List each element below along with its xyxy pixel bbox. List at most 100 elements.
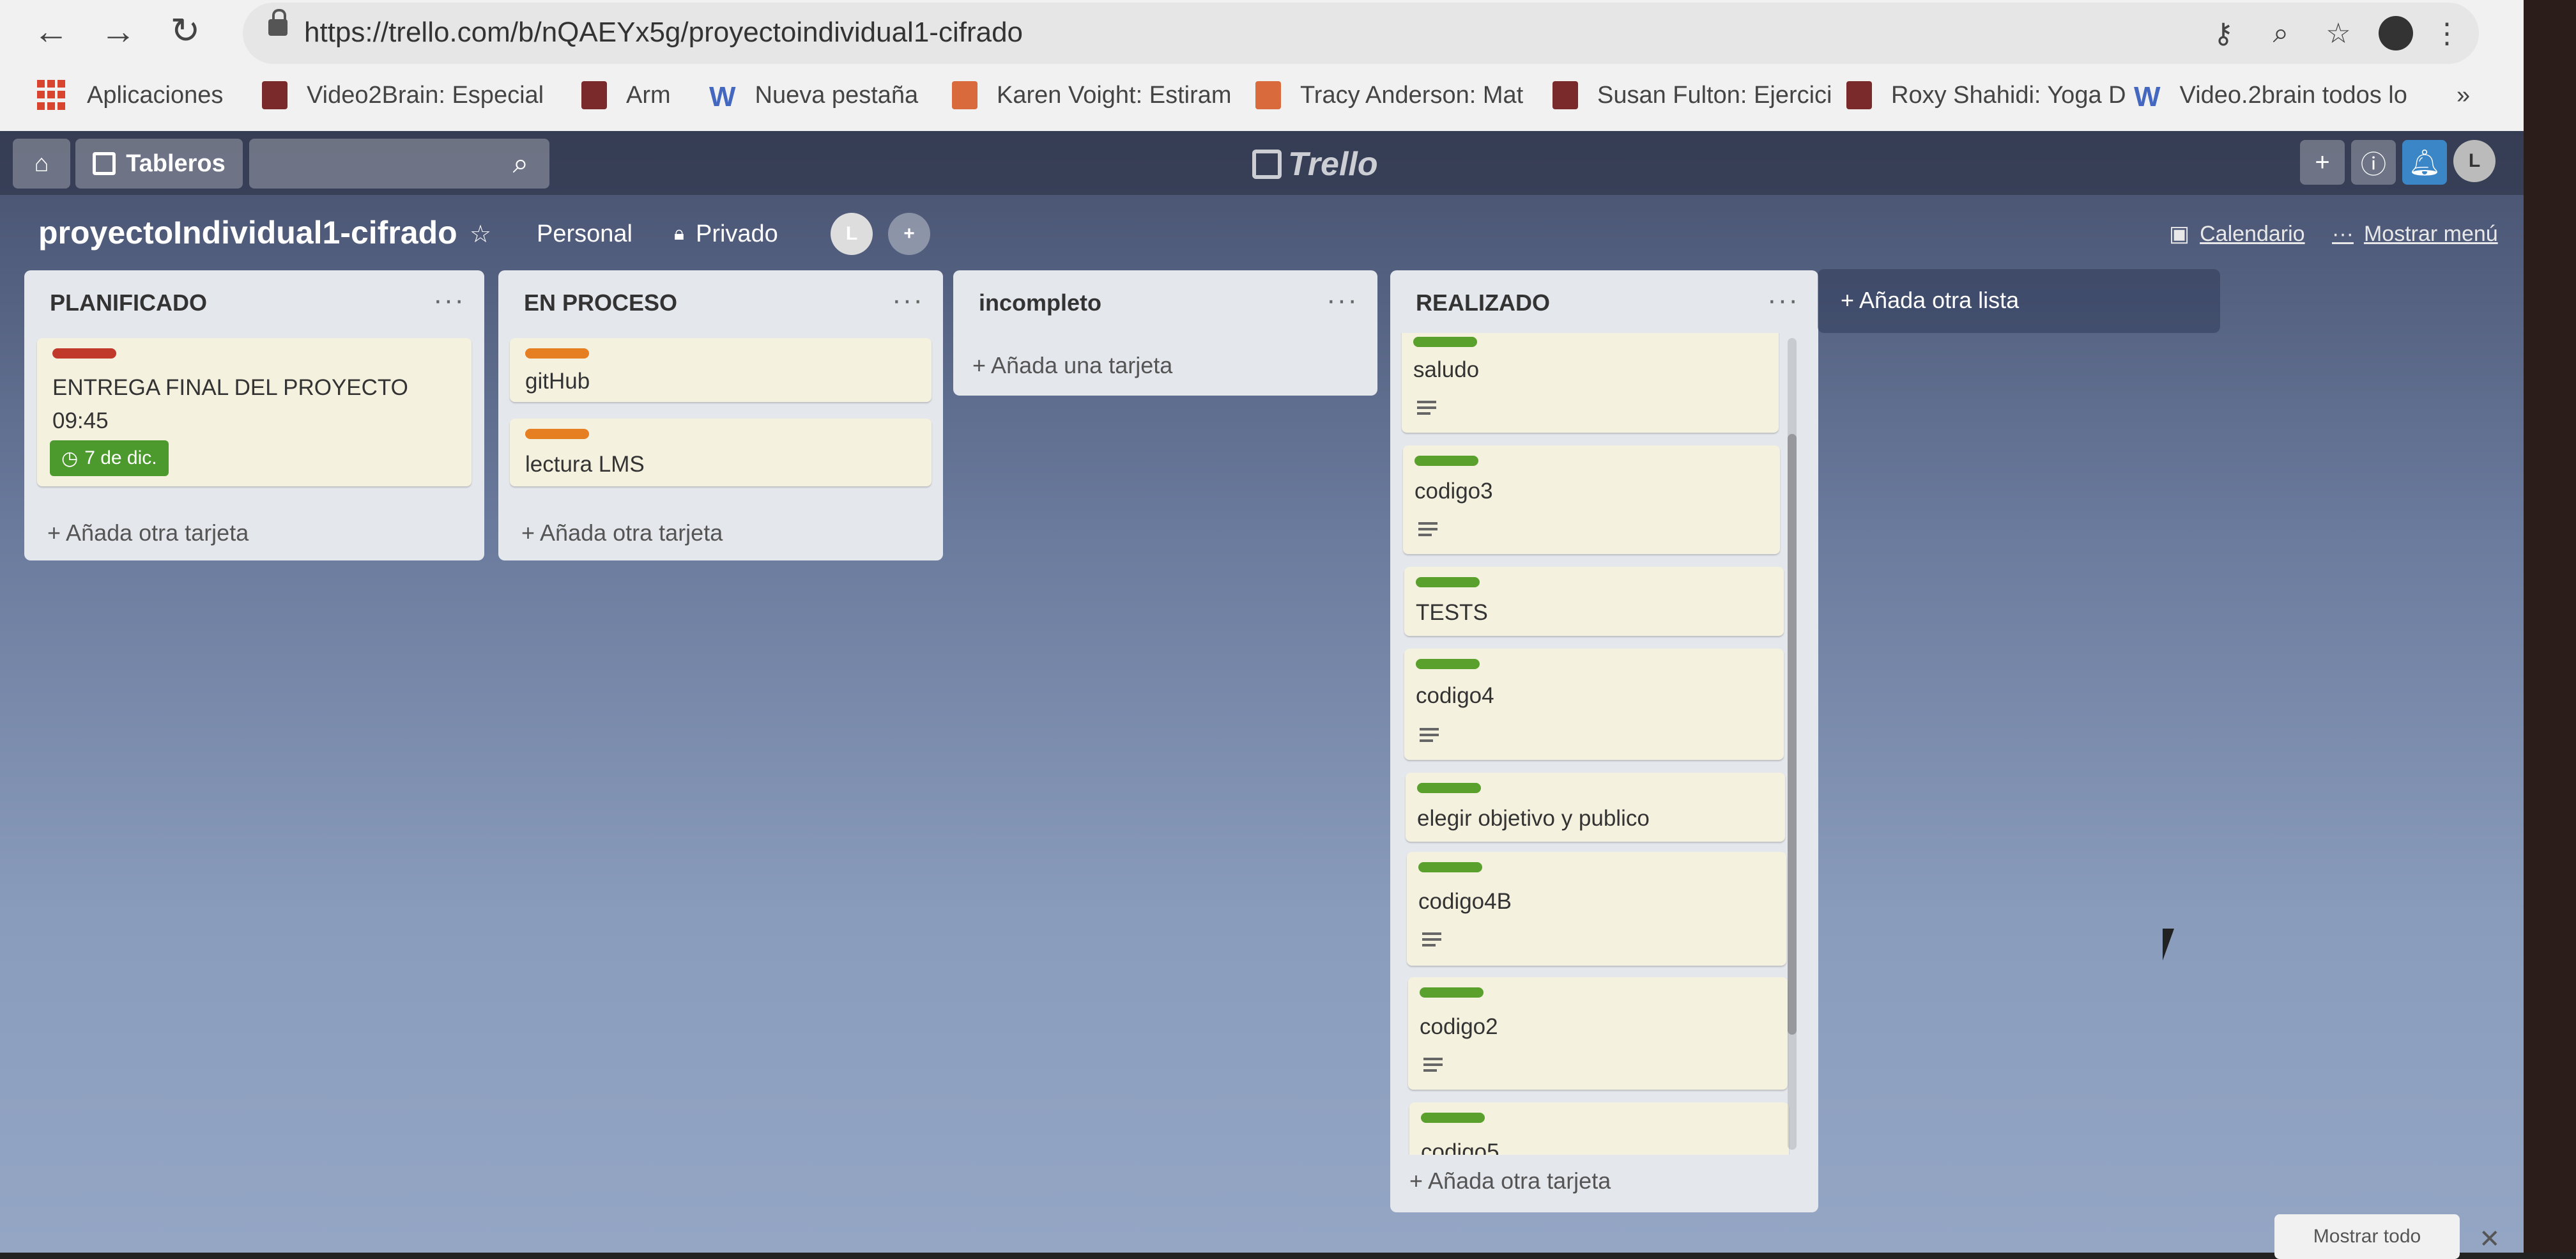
home-icon: ⌂: [34, 150, 49, 177]
search-icon[interactable]: ⌕: [505, 148, 537, 180]
card[interactable]: gitHub: [510, 338, 931, 402]
trello-logo-icon: [1252, 150, 1282, 179]
show-menu-link[interactable]: ··· Mostrar menú: [2332, 218, 2498, 250]
list-title[interactable]: EN PROCESO: [524, 290, 677, 316]
bookmark-item[interactable]: Susan Fulton: Ejercici: [1552, 76, 1832, 114]
lock-icon: 🔒︎: [674, 223, 684, 244]
list-menu-icon[interactable]: ···: [1326, 284, 1358, 316]
card[interactable]: codigo3: [1403, 445, 1780, 554]
card-label: [1413, 337, 1477, 347]
card[interactable]: saludo: [1402, 333, 1779, 433]
bookmarks-more-button[interactable]: »: [2457, 76, 2470, 114]
bookmark-item[interactable]: Tracy Anderson: Mat: [1255, 76, 1523, 114]
add-card-button[interactable]: + Añada una tarjeta: [972, 352, 1172, 379]
notifications-bell-icon[interactable]: 🔔︎: [2402, 140, 2447, 185]
due-date-badge[interactable]: ◷ 7 de dic.: [50, 440, 169, 476]
add-list-button[interactable]: + Añada otra lista: [1818, 269, 2220, 333]
bookmark-item[interactable]: Roxy Shahidi: Yoga D: [1846, 76, 2126, 114]
search-input[interactable]: ⌕: [249, 139, 549, 189]
bookmark-label: Tracy Anderson: Mat: [1300, 81, 1524, 109]
card-list[interactable]: saludo codigo3 TESTS codigo4 elegir obje…: [1390, 333, 1818, 1155]
card-title: codigo4: [1416, 683, 1494, 708]
list-menu-icon[interactable]: ···: [1767, 284, 1799, 316]
home-button[interactable]: ⌂: [13, 139, 70, 189]
list-title[interactable]: incompleto: [979, 290, 1101, 316]
list-title[interactable]: PLANIFICADO: [50, 290, 207, 316]
reload-icon[interactable]: ↻: [160, 5, 211, 56]
calendar-link[interactable]: ▣ Calendario: [2169, 218, 2305, 250]
add-card-button[interactable]: + Añada otra tarjeta: [521, 520, 723, 546]
team-button[interactable]: Personal: [537, 212, 632, 256]
list-header[interactable]: EN PROCESO ···: [498, 270, 943, 334]
key-icon[interactable]: ⚷: [2204, 14, 2242, 52]
star-icon[interactable]: ☆: [2319, 14, 2358, 52]
card-title: lectura LMS: [525, 452, 645, 477]
list-menu-icon[interactable]: ···: [433, 284, 465, 316]
kebab-menu-icon[interactable]: ⋮: [2428, 14, 2466, 52]
browser-chrome: ← → ↻ https://trello.com/b/nQAEYx5g/proy…: [0, 0, 2576, 132]
list-realizado: REALIZADO ··· saludo codigo3 TESTS codig…: [1390, 270, 1818, 1212]
bookmark-item[interactable]: W Nueva pestaña: [709, 76, 918, 114]
boards-icon: [93, 152, 116, 175]
card[interactable]: TESTS: [1404, 567, 1784, 636]
card[interactable]: codigo4B: [1407, 852, 1786, 966]
description-icon: [1423, 1058, 1443, 1073]
visibility-label: Privado: [695, 220, 778, 247]
card[interactable]: codigo2: [1408, 977, 1788, 1090]
card[interactable]: codigo5: [1409, 1102, 1789, 1155]
bookmark-item[interactable]: W Video.2brain todos lo: [2134, 76, 2407, 114]
forward-icon[interactable]: →: [93, 5, 144, 56]
description-icon: [1422, 932, 1441, 948]
card-title: gitHub: [525, 369, 590, 394]
add-card-button[interactable]: + Añada otra tarjeta: [1409, 1168, 1611, 1194]
more-icon: ···: [2332, 221, 2354, 246]
bookmark-label: Arm: [626, 81, 671, 109]
bookmark-label: Video.2brain todos lo: [2179, 81, 2407, 109]
card-label: [1416, 659, 1480, 669]
card[interactable]: elegir objetivo y publico: [1406, 773, 1785, 842]
card[interactable]: codigo4: [1404, 649, 1784, 760]
bookmark-icon: [952, 81, 977, 109]
trello-logo[interactable]: Trello: [1252, 145, 1378, 183]
bookmark-item[interactable]: Arm: [581, 76, 671, 114]
trello-board: ⌂ Tableros ⌕ Trello + ⓘ 🔔︎ L proyectoInd…: [0, 131, 2524, 1253]
profile-avatar[interactable]: [2377, 14, 2415, 52]
address-bar[interactable]: https://trello.com/b/nQAEYx5g/proyectoin…: [243, 3, 2479, 64]
url-text[interactable]: https://trello.com/b/nQAEYx5g/proyectoin…: [304, 17, 1023, 49]
add-icon[interactable]: +: [2300, 140, 2345, 185]
star-board-icon[interactable]: ☆: [470, 212, 491, 256]
member-avatar[interactable]: L: [831, 213, 873, 255]
boards-button[interactable]: Tableros: [75, 139, 243, 189]
bookmark-item[interactable]: Karen Voight: Estiram: [952, 76, 1232, 114]
visibility-button[interactable]: 🔒︎ Privado: [674, 212, 778, 256]
info-icon[interactable]: ⓘ: [2351, 140, 2396, 185]
list-title[interactable]: REALIZADO: [1416, 290, 1550, 316]
card[interactable]: lectura LMS: [510, 419, 931, 486]
list-planificado: PLANIFICADO ··· ENTREGA FINAL DEL PROYEC…: [24, 270, 484, 560]
list-scrollbar[interactable]: [1788, 338, 1797, 1150]
add-card-button[interactable]: + Añada otra tarjeta: [47, 520, 249, 546]
bookmark-label: Nueva pestaña: [755, 81, 919, 109]
bookmark-icon: [581, 81, 607, 109]
close-icon[interactable]: ✕: [2479, 1224, 2501, 1254]
list-header[interactable]: REALIZADO ···: [1390, 270, 1818, 334]
calendar-icon: ▣: [2169, 222, 2190, 246]
description-icon: [1420, 728, 1439, 743]
invite-member-icon[interactable]: +: [888, 213, 930, 255]
zoom-icon[interactable]: ⌕: [2262, 14, 2300, 52]
trello-logo-text: Trello: [1288, 146, 1378, 183]
list-header[interactable]: incompleto ···: [953, 270, 1377, 334]
back-icon[interactable]: ←: [26, 5, 77, 56]
board-title[interactable]: proyectoIndividual1-cifrado: [38, 214, 457, 251]
apps-icon: [37, 80, 68, 111]
bookmark-apps[interactable]: Aplicaciones: [37, 76, 223, 114]
list-menu-icon[interactable]: ···: [892, 284, 924, 316]
list-header[interactable]: PLANIFICADO ···: [24, 270, 484, 334]
user-avatar[interactable]: L: [2453, 140, 2496, 182]
card-title: codigo5: [1421, 1139, 1499, 1155]
scrollbar-thumb[interactable]: [1788, 434, 1797, 1035]
w-icon: W: [709, 81, 736, 112]
card-title: codigo2: [1420, 1014, 1498, 1039]
card[interactable]: ENTREGA FINAL DEL PROYECTO 09:45 ◷ 7 de …: [37, 338, 471, 486]
bookmark-item[interactable]: Video2Brain: Especial: [262, 76, 544, 114]
